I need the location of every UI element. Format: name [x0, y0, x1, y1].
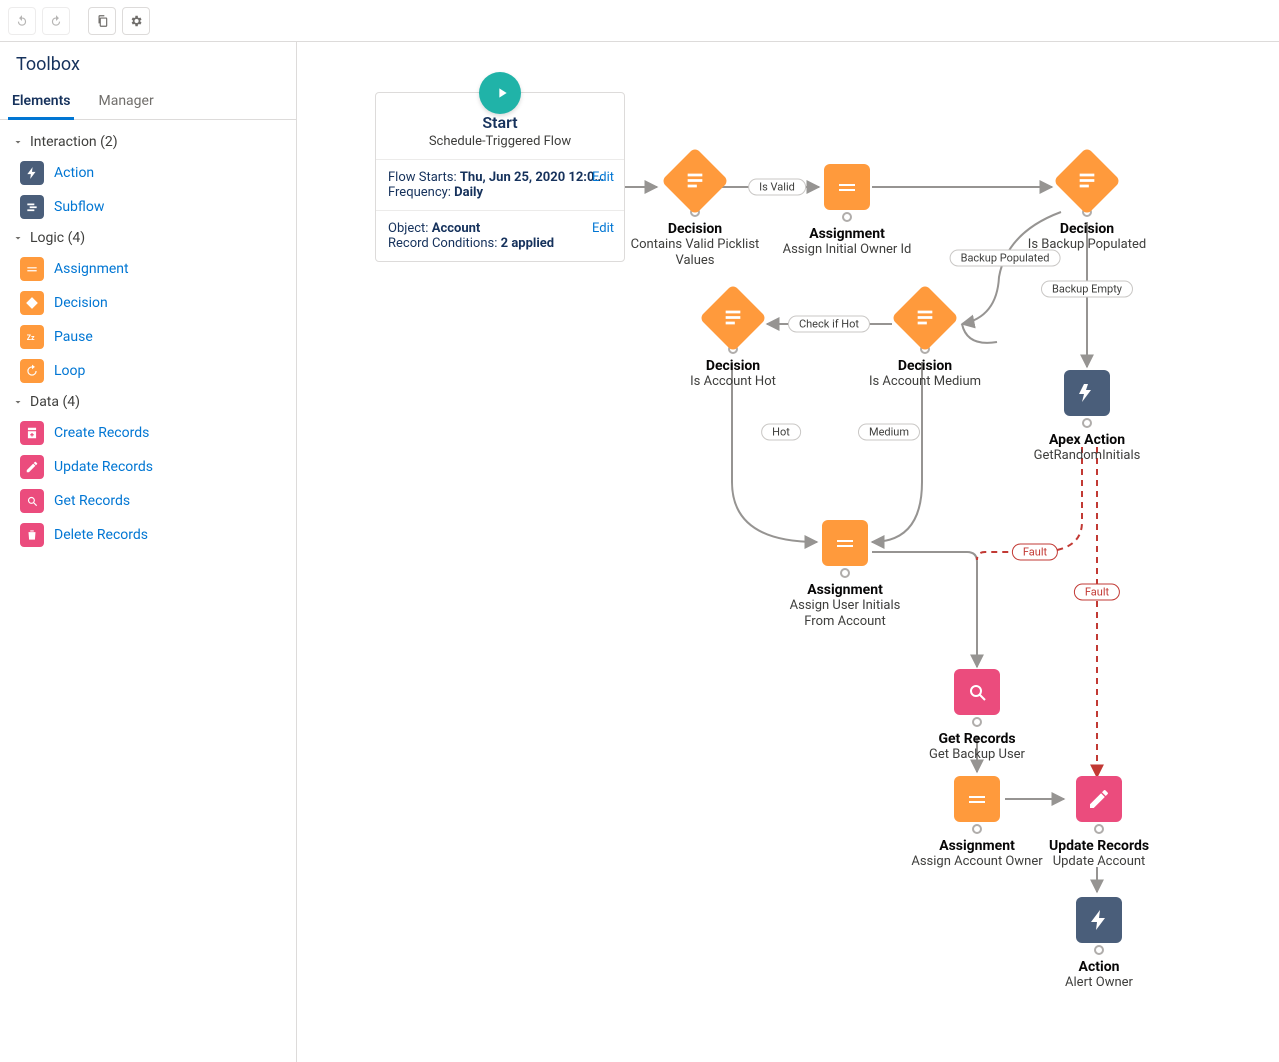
- group-header[interactable]: Logic (4): [0, 224, 296, 252]
- palette-item-action[interactable]: Action: [0, 156, 296, 190]
- node-decision-backup[interactable]: Decision Is Backup Populated: [1017, 157, 1157, 253]
- toolbox-title: Toolbox: [0, 42, 296, 83]
- edge-label-backup-empty: Backup Empty: [1041, 281, 1133, 298]
- edge-label-fault-2: Fault: [1074, 584, 1120, 601]
- edge-label-medium: Medium: [858, 424, 920, 441]
- start-edit-schedule[interactable]: Edit: [592, 170, 614, 185]
- toolbox-tabs: Elements Manager: [0, 83, 296, 120]
- start-conditions-value: 2 applied: [501, 236, 555, 251]
- palette-item-assignment[interactable]: Assignment: [0, 252, 296, 286]
- palette-item-loop[interactable]: Loop: [0, 354, 296, 388]
- start-edit-object[interactable]: Edit: [592, 221, 614, 236]
- edge-label-fault-1: Fault: [1012, 544, 1058, 561]
- palette-item-label: Action: [54, 165, 94, 181]
- top-toolbar: [0, 0, 1279, 42]
- undo-button[interactable]: [8, 7, 36, 35]
- start-object-label: Object:: [388, 221, 428, 236]
- palette-item-subflow[interactable]: Subflow: [0, 190, 296, 224]
- node-apex-action[interactable]: Apex Action GetRandomInitials: [1017, 370, 1157, 464]
- palette-item-pause[interactable]: Zz Pause: [0, 320, 296, 354]
- palette-item-decision[interactable]: Decision: [0, 286, 296, 320]
- node-decision-hot[interactable]: Decision Is Account Hot: [663, 294, 803, 390]
- palette-item-label: Get Records: [54, 493, 130, 509]
- start-flow-starts-label: Flow Starts:: [388, 170, 457, 185]
- palette-item-get[interactable]: Get Records: [0, 484, 296, 518]
- palette-item-label: Assignment: [54, 261, 129, 277]
- palette-item-update[interactable]: Update Records: [0, 450, 296, 484]
- palette-item-create[interactable]: Create Records: [0, 416, 296, 450]
- start-object-value: Account: [432, 221, 481, 236]
- palette-item-label: Delete Records: [54, 527, 148, 543]
- node-assignment-owner[interactable]: Assignment Assign Account Owner: [907, 776, 1047, 870]
- node-decision-medium[interactable]: Decision Is Account Medium: [855, 294, 995, 390]
- start-frequency-value: Daily: [454, 185, 483, 200]
- start-card[interactable]: Start Schedule-Triggered Flow Flow Start…: [375, 92, 625, 262]
- group-header[interactable]: Data (4): [0, 388, 296, 416]
- node-decision-valid[interactable]: Decision Contains Valid Picklist Values: [625, 157, 765, 270]
- node-action-alert[interactable]: Action Alert Owner: [1029, 897, 1169, 991]
- svg-text:Zz: Zz: [27, 334, 35, 342]
- edge-label-backup-populated: Backup Populated: [950, 250, 1061, 267]
- palette-item-label: Loop: [54, 363, 85, 379]
- start-title: Start: [384, 113, 616, 132]
- start-subtitle: Schedule-Triggered Flow: [384, 134, 616, 149]
- start-frequency-label: Frequency:: [388, 185, 451, 200]
- node-update-records[interactable]: Update Records Update Account: [1029, 776, 1169, 870]
- edge-label-hot: Hot: [761, 424, 801, 441]
- palette-item-label: Create Records: [54, 425, 149, 441]
- palette-item-delete[interactable]: Delete Records: [0, 518, 296, 552]
- palette-item-label: Decision: [54, 295, 108, 311]
- tab-elements[interactable]: Elements: [8, 83, 74, 120]
- tab-manager[interactable]: Manager: [94, 83, 157, 119]
- flow-canvas[interactable]: Start Schedule-Triggered Flow Flow Start…: [297, 42, 1279, 1062]
- palette-item-label: Subflow: [54, 199, 104, 215]
- start-flow-starts-value: Thu, Jun 25, 2020 12:0…: [460, 170, 604, 185]
- copy-button[interactable]: [88, 7, 116, 35]
- node-assignment-initials[interactable]: Assignment Assign User Initials From Acc…: [775, 520, 915, 631]
- edge-label-is-valid: Is Valid: [748, 179, 806, 196]
- group-header[interactable]: Interaction (2): [0, 128, 296, 156]
- edge-label-check-hot: Check if Hot: [788, 316, 870, 333]
- redo-button[interactable]: [42, 7, 70, 35]
- start-conditions-label: Record Conditions:: [388, 236, 497, 251]
- settings-button[interactable]: [122, 7, 150, 35]
- start-play-icon: [479, 72, 521, 114]
- node-get-records[interactable]: Get Records Get Backup User: [907, 669, 1047, 763]
- palette-item-label: Pause: [54, 329, 93, 345]
- palette-item-label: Update Records: [54, 459, 153, 475]
- toolbox-sidebar: Toolbox Elements Manager Interaction (2)…: [0, 42, 297, 1062]
